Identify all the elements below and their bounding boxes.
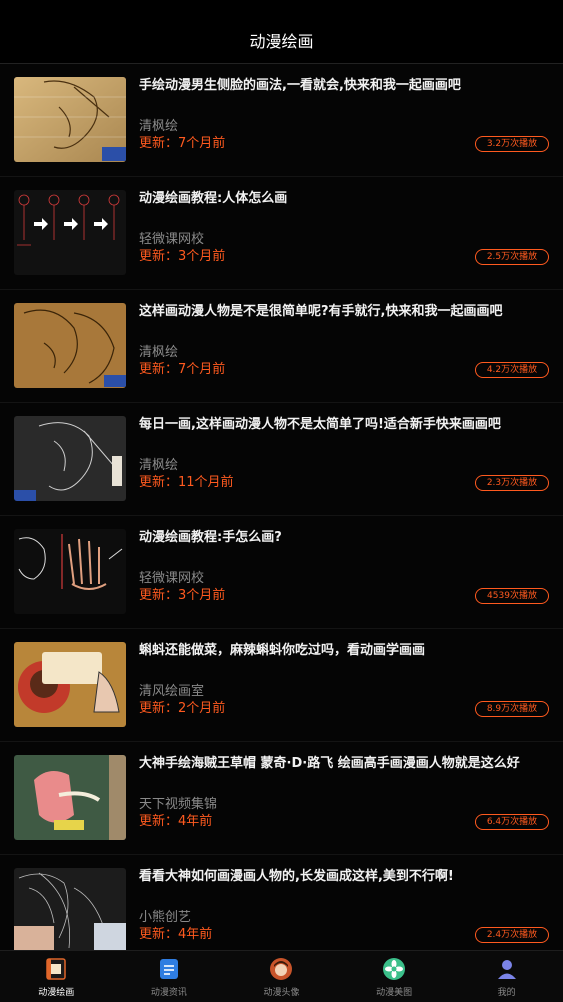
video-author: 清枫绘 xyxy=(139,458,179,473)
flower-image-icon xyxy=(382,957,406,981)
video-title[interactable]: 动漫绘画教程:手怎么画? xyxy=(139,529,549,547)
tab-gallery[interactable]: 动漫美图 xyxy=(338,951,451,1002)
tab-news[interactable]: 动漫资讯 xyxy=(113,951,226,1002)
video-title[interactable]: 这样画动漫人物是不是很简单呢?有手就行,快来和我一起画画吧 xyxy=(139,303,549,321)
video-update-time: 更新：4年前 xyxy=(139,814,213,829)
play-count-badge: 2.3万次播放 xyxy=(475,475,549,491)
video-item[interactable]: 这样画动漫人物是不是很简单呢?有手就行,快来和我一起画画吧 清枫绘 更新：7个月… xyxy=(0,290,563,403)
user-profile-icon xyxy=(495,957,519,981)
video-author: 轻微课网校 xyxy=(139,571,205,586)
video-title[interactable]: 大神手绘海贼王草帽 蒙奇·D·路飞 绘画高手画漫画人物就是这么好 xyxy=(139,755,549,773)
drawing-board-icon xyxy=(44,957,68,981)
chalkboard-luffy-drawing-icon xyxy=(14,755,126,840)
video-update-time: 更新：4年前 xyxy=(139,927,213,942)
tab-avatar[interactable]: 动漫头像 xyxy=(225,951,338,1002)
play-count-badge: 4539次播放 xyxy=(475,588,549,604)
bottom-tab-bar: 动漫绘画 动漫资讯 动漫头像 动漫美图 我的 xyxy=(0,950,563,1002)
play-count-badge: 2.5万次播放 xyxy=(475,249,549,265)
video-thumbnail[interactable] xyxy=(14,529,126,614)
video-update-time: 更新：11个月前 xyxy=(139,475,234,490)
video-item[interactable]: 大神手绘海贼王草帽 蒙奇·D·路飞 绘画高手画漫画人物就是这么好 天下视频集锦 … xyxy=(0,742,563,855)
play-count-badge: 6.4万次播放 xyxy=(475,814,549,830)
tab-label: 动漫美图 xyxy=(376,988,413,998)
anime-character-sketch-icon xyxy=(14,416,126,501)
anime-boy-profile-sketch-icon xyxy=(14,77,126,162)
tab-profile[interactable]: 我的 xyxy=(450,951,563,1002)
video-thumbnail[interactable] xyxy=(14,416,126,501)
play-count-badge: 2.4万次播放 xyxy=(475,927,549,943)
app-screen: 动漫绘画 手绘动漫男生侧脸的画法,一看就会,快来和我一起画画吧 清枫绘 更新：7… xyxy=(0,0,563,1002)
video-thumbnail[interactable] xyxy=(14,868,126,950)
play-count-badge: 4.2万次播放 xyxy=(475,362,549,378)
play-count-badge: 8.9万次播放 xyxy=(475,701,549,717)
video-title[interactable]: 看看大神如何画漫画人物的,长发画成这样,美到不行啊! xyxy=(139,868,549,886)
video-update-time: 更新：3个月前 xyxy=(139,588,226,603)
avatar-face-icon xyxy=(269,957,293,981)
video-title[interactable]: 蝌蚪还能做菜，麻辣蝌蚪你吃过吗，看动画学画画 xyxy=(139,642,549,660)
video-update-time: 更新：2个月前 xyxy=(139,701,226,716)
video-author: 清风绘画室 xyxy=(139,684,205,699)
tab-label: 动漫头像 xyxy=(263,988,300,998)
video-item[interactable]: 动漫绘画教程:手怎么画? 轻微课网校 更新：3个月前 4539次播放 xyxy=(0,516,563,629)
long-hair-manga-drawing-icon xyxy=(14,868,126,950)
video-author: 小熊创艺 xyxy=(139,910,192,925)
cartoon-food-drawing-icon xyxy=(14,642,126,727)
tab-drawing[interactable]: 动漫绘画 xyxy=(0,951,113,1002)
hand-drawing-diagram-icon xyxy=(14,529,126,614)
video-item[interactable]: 蝌蚪还能做菜，麻辣蝌蚪你吃过吗，看动画学画画 清风绘画室 更新：2个月前 8.9… xyxy=(0,629,563,742)
video-update-time: 更新：7个月前 xyxy=(139,136,226,151)
video-author: 清枫绘 xyxy=(139,345,179,360)
video-thumbnail[interactable] xyxy=(14,642,126,727)
video-thumbnail[interactable] xyxy=(14,77,126,162)
tab-label: 动漫绘画 xyxy=(38,988,75,998)
tab-label: 我的 xyxy=(497,988,516,998)
play-count-badge: 3.2万次播放 xyxy=(475,136,549,152)
video-update-time: 更新：3个月前 xyxy=(139,249,226,264)
video-thumbnail[interactable] xyxy=(14,190,126,275)
video-author: 清枫绘 xyxy=(139,119,179,134)
video-author: 天下视频集锦 xyxy=(139,797,218,812)
video-author: 轻微课网校 xyxy=(139,232,205,247)
video-title[interactable]: 手绘动漫男生侧脸的画法,一看就会,快来和我一起画画吧 xyxy=(139,77,549,95)
video-title[interactable]: 每日一画,这样画动漫人物不是太简单了吗!适合新手快来画画吧 xyxy=(139,416,549,434)
video-list[interactable]: 手绘动漫男生侧脸的画法,一看就会,快来和我一起画画吧 清枫绘 更新：7个月前 3… xyxy=(0,64,563,950)
video-item[interactable]: 看看大神如何画漫画人物的,长发画成这样,美到不行啊! 小熊创艺 更新：4年前 2… xyxy=(0,855,563,950)
video-item[interactable]: 每日一画,这样画动漫人物不是太简单了吗!适合新手快来画画吧 清枫绘 更新：11个… xyxy=(0,403,563,516)
page-title: 动漫绘画 xyxy=(249,32,314,51)
tab-label: 动漫资讯 xyxy=(150,988,187,998)
video-item[interactable]: 动漫绘画教程:人体怎么画 轻微课网校 更新：3个月前 2.5万次播放 xyxy=(0,177,563,290)
video-thumbnail[interactable] xyxy=(14,755,126,840)
body-proportion-diagram-icon xyxy=(14,190,126,275)
video-item[interactable]: 手绘动漫男生侧脸的画法,一看就会,快来和我一起画画吧 清枫绘 更新：7个月前 3… xyxy=(0,64,563,177)
video-thumbnail[interactable] xyxy=(14,303,126,388)
anime-couple-sketch-icon xyxy=(14,303,126,388)
top-bar: 动漫绘画 xyxy=(0,0,563,64)
news-document-icon xyxy=(157,957,181,981)
video-title[interactable]: 动漫绘画教程:人体怎么画 xyxy=(139,190,549,208)
video-update-time: 更新：7个月前 xyxy=(139,362,226,377)
